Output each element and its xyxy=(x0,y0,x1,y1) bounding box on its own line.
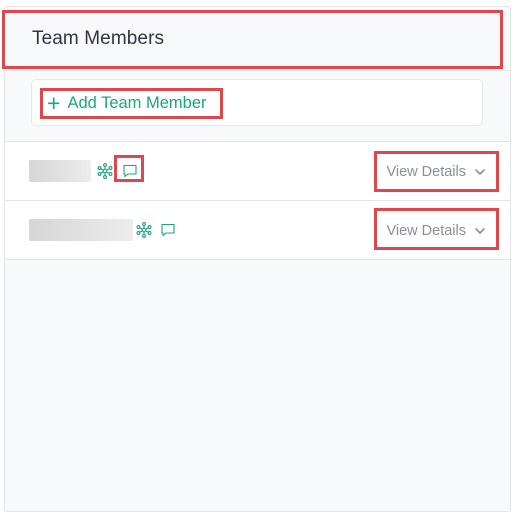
chat-bubble-icon[interactable] xyxy=(160,222,176,238)
view-details-label: View Details xyxy=(386,164,466,180)
member-row: View Details xyxy=(5,201,510,259)
add-team-member-label: Add Team Member xyxy=(67,93,207,112)
chevron-down-icon xyxy=(475,228,485,234)
plus-icon: + xyxy=(47,90,61,116)
member-row: View Details xyxy=(5,142,510,200)
chat-bubble-icon[interactable] xyxy=(122,163,138,179)
view-details-toggle[interactable]: View Details xyxy=(386,223,486,239)
network-icon xyxy=(136,222,152,238)
team-members-panel: Team Members + Add Team Member View Deta… xyxy=(4,6,511,512)
add-member-container: + Add Team Member xyxy=(31,79,483,126)
add-team-member-button[interactable]: + Add Team Member xyxy=(47,91,207,115)
member-name-redacted xyxy=(29,160,91,182)
view-details-toggle[interactable]: View Details xyxy=(386,164,486,180)
view-details-label: View Details xyxy=(386,223,466,239)
panel-title: Team Members xyxy=(32,28,165,49)
panel-header: Team Members xyxy=(5,7,510,71)
network-icon xyxy=(97,163,113,179)
member-name-redacted xyxy=(29,219,133,241)
divider xyxy=(5,259,510,260)
chevron-down-icon xyxy=(475,169,485,175)
